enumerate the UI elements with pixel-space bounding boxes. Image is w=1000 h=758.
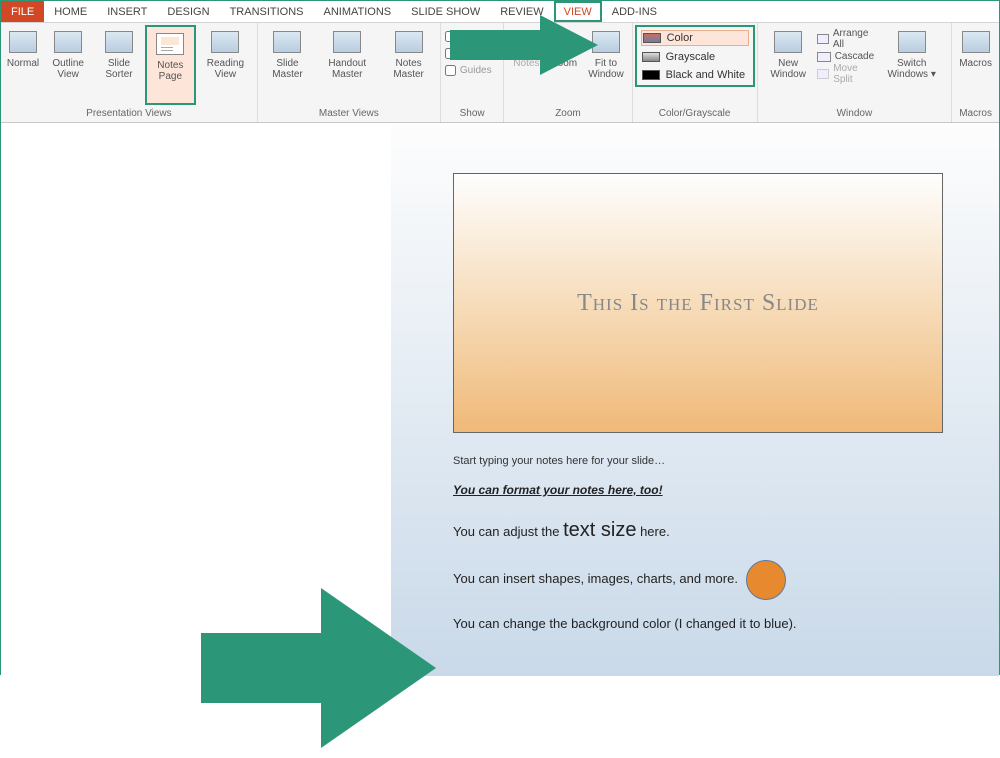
group-label-zoom: Zoom: [508, 107, 627, 120]
cascade-icon: [817, 52, 831, 62]
notes-page-icon: [156, 33, 184, 55]
notes-line-2: You can format your notes here, too!: [453, 481, 949, 500]
handout-master-button[interactable]: Handout Master: [315, 25, 379, 105]
grayscale-option[interactable]: Grayscale: [641, 50, 749, 64]
sorter-icon: [105, 31, 133, 53]
outline-view-button[interactable]: Outline View: [43, 25, 93, 105]
normal-button[interactable]: Normal: [5, 25, 41, 105]
notes-master-button[interactable]: Notes Master: [381, 25, 436, 105]
bw-swatch-icon: [642, 70, 660, 80]
split-icon: [817, 69, 830, 79]
group-presentation-views: Normal Outline View Slide Sorter Notes P…: [1, 23, 258, 122]
group-label-master-views: Master Views: [262, 107, 436, 120]
normal-icon: [9, 31, 37, 53]
notes-line-5: You can change the background color (I c…: [453, 614, 949, 635]
switch-windows-button[interactable]: Switch Windows ▾: [876, 25, 947, 105]
notes-text-area[interactable]: Start typing your notes here for your sl…: [453, 453, 949, 635]
notes-line-3: You can adjust the text size here.: [453, 514, 949, 546]
tab-insert[interactable]: INSERT: [97, 1, 157, 22]
color-grayscale-box: Color Grayscale Black and White: [635, 25, 755, 87]
macros-icon: [962, 31, 990, 53]
move-split-button: Move Split: [817, 63, 874, 85]
tab-file[interactable]: FILE: [1, 1, 44, 22]
group-label-show: Show: [445, 107, 499, 120]
cascade-button[interactable]: Cascade: [817, 51, 874, 62]
slide-master-button[interactable]: Slide Master: [262, 25, 313, 105]
macros-button[interactable]: Macros: [956, 25, 995, 105]
switch-windows-icon: [898, 31, 926, 53]
group-label-presentation-views: Presentation Views: [5, 107, 253, 120]
grayscale-swatch-icon: [642, 52, 660, 62]
notes-line-1: Start typing your notes here for your sl…: [453, 453, 949, 471]
notes-page[interactable]: This Is the First Slide Start typing you…: [391, 123, 999, 676]
tab-addins[interactable]: ADD-INS: [602, 1, 667, 22]
slide-title: This Is the First Slide: [577, 290, 819, 317]
annotation-arrow-notes: [201, 578, 441, 758]
color-option[interactable]: Color: [641, 30, 749, 46]
outline-icon: [54, 31, 82, 53]
handout-master-icon: [333, 31, 361, 53]
orange-circle-shape: [746, 560, 786, 600]
notes-line-4: You can insert shapes, images, charts, a…: [453, 560, 949, 600]
group-label-macros: Macros: [956, 107, 995, 120]
chevron-down-icon: ▾: [931, 69, 936, 80]
bw-option[interactable]: Black and White: [641, 68, 749, 82]
group-window: New Window Arrange All Cascade Move Spli…: [758, 23, 953, 122]
arrange-icon: [817, 34, 829, 44]
tab-design[interactable]: DESIGN: [157, 1, 219, 22]
group-label-window: Window: [762, 107, 948, 120]
tab-home[interactable]: HOME: [44, 1, 97, 22]
reading-icon: [211, 31, 239, 53]
workspace: This Is the First Slide Start typing you…: [1, 123, 999, 676]
group-label-color-grayscale: Color/Grayscale: [635, 107, 755, 120]
new-window-button[interactable]: New Window: [762, 25, 815, 105]
slide-thumbnail[interactable]: This Is the First Slide: [453, 173, 943, 433]
slide-sorter-button[interactable]: Slide Sorter: [95, 25, 142, 105]
tab-transitions[interactable]: TRANSITIONS: [220, 1, 314, 22]
slide-master-icon: [273, 31, 301, 53]
notes-master-icon: [395, 31, 423, 53]
notes-page-button[interactable]: Notes Page: [145, 25, 196, 105]
new-window-icon: [774, 31, 802, 53]
annotation-arrow-ribbon: [450, 15, 600, 75]
group-master-views: Slide Master Handout Master Notes Master…: [258, 23, 441, 122]
color-swatch-icon: [643, 33, 661, 43]
group-macros: Macros Macros: [952, 23, 999, 122]
reading-view-button[interactable]: Reading View: [198, 25, 253, 105]
group-color-grayscale: Color Grayscale Black and White Color/Gr…: [633, 23, 758, 122]
tab-animations[interactable]: ANIMATIONS: [314, 1, 402, 22]
arrange-all-button[interactable]: Arrange All: [817, 28, 874, 50]
